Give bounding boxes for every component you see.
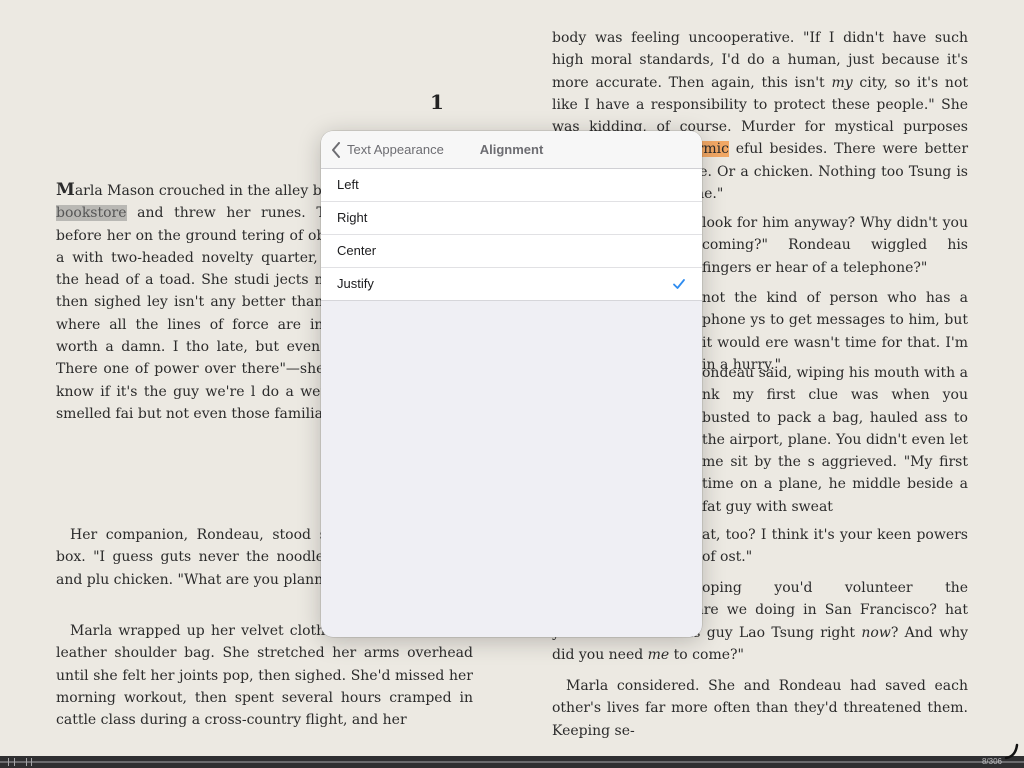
option-label: Right	[337, 210, 368, 225]
drop-cap: M	[56, 180, 75, 200]
back-button[interactable]: Text Appearance	[331, 131, 444, 168]
scrubber-tick	[14, 758, 15, 766]
alignment-options-list: Left Right Center Justify	[321, 169, 702, 301]
chevron-left-icon	[331, 141, 341, 158]
option-center[interactable]: Center	[321, 235, 702, 268]
page-indicator: 8/306	[981, 757, 1002, 766]
right-paragraph-7: Marla considered. She and Rondeau had sa…	[552, 678, 968, 739]
page-curl-icon[interactable]	[1002, 742, 1020, 764]
option-label: Center	[337, 243, 377, 258]
scrubber-tick	[26, 758, 27, 766]
scrubber-tick	[31, 758, 32, 766]
right-p1-emphasis: my	[831, 74, 853, 91]
alignment-popover: Text Appearance Alignment Left Right Cen…	[321, 131, 702, 637]
right-p6-emphasis-me: me	[647, 646, 670, 663]
right-p6-text-c: to come?"	[669, 646, 744, 663]
checkmark-icon	[672, 277, 686, 294]
page-scrubber[interactable]: 8/306	[0, 756, 1024, 768]
left-p1-text-start: arla Mason crouched in the alley be	[74, 183, 330, 199]
option-label: Justify	[337, 276, 374, 291]
back-button-label: Text Appearance	[347, 142, 444, 157]
option-left[interactable]: Left	[321, 169, 702, 202]
highlight-bookstore[interactable]: bookstore	[56, 205, 127, 222]
chapter-number: 1	[430, 90, 444, 114]
popover-header: Text Appearance Alignment	[321, 131, 702, 169]
option-label: Left	[337, 177, 359, 192]
option-right[interactable]: Right	[321, 202, 702, 235]
right-p6-emphasis-now: now	[861, 624, 891, 641]
option-justify[interactable]: Justify	[321, 268, 702, 301]
scrubber-track[interactable]	[0, 761, 1024, 763]
scrubber-tick	[8, 758, 9, 766]
